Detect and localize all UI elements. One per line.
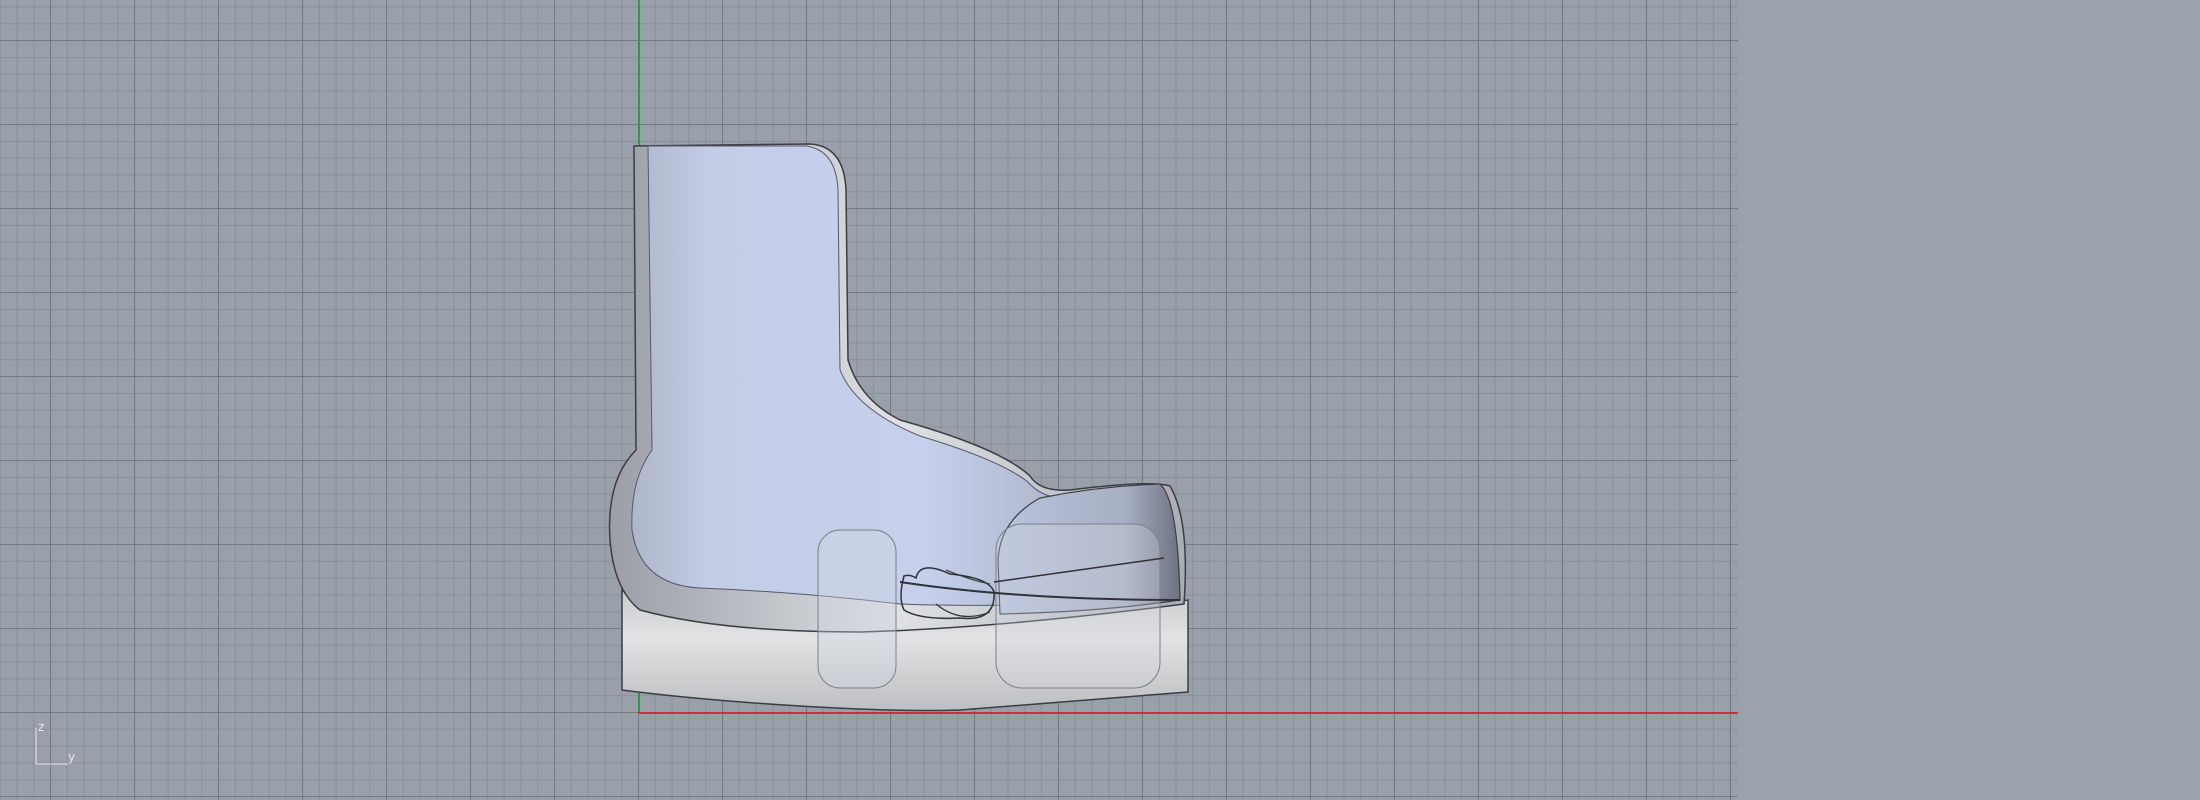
gizmo-y-label: y bbox=[68, 750, 76, 764]
axis-gizmo: z y bbox=[28, 720, 88, 772]
side-panel bbox=[1738, 0, 2200, 800]
perspective-viewport[interactable]: z y bbox=[0, 0, 1738, 800]
axis-gizmo-lines bbox=[35, 728, 68, 765]
gizmo-z-label: z bbox=[38, 720, 45, 734]
boot-panel-toe bbox=[995, 523, 1161, 689]
boot-model[interactable] bbox=[0, 0, 1738, 800]
boot-panel-mid bbox=[817, 529, 897, 689]
